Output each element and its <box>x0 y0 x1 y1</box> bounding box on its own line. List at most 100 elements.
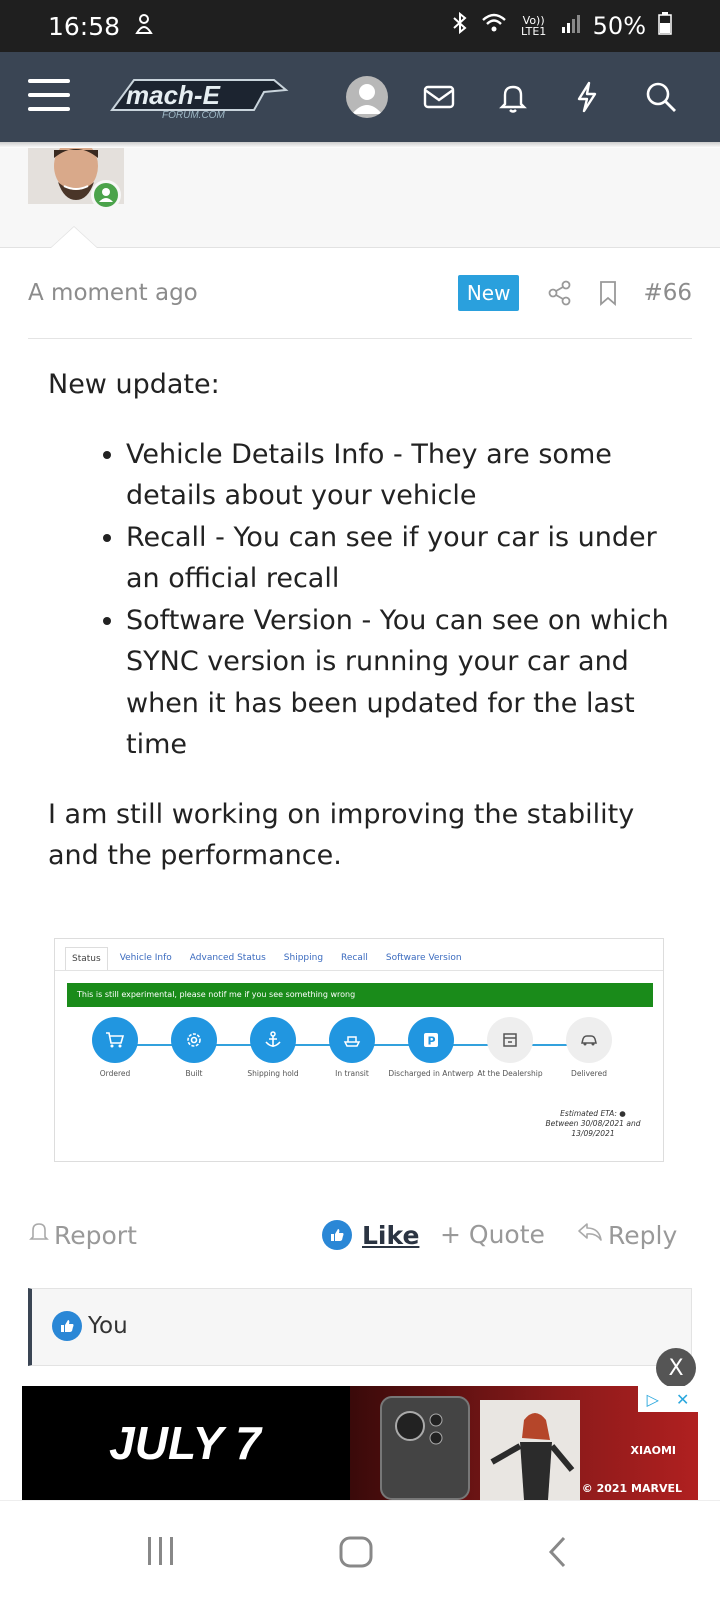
tab-software-version: Software Version <box>385 953 462 963</box>
ship-icon <box>329 1017 375 1063</box>
volte-indicator: Vo)) LTE1 <box>521 14 547 38</box>
battery-icon <box>658 11 672 41</box>
signal-icon <box>561 12 581 40</box>
reaction-user[interactable]: You <box>88 1313 128 1339</box>
delivery-progress: Ordered Built Shipping hold In transit P… <box>85 1017 645 1078</box>
ad-brand: XIAOMI <box>630 1444 676 1457</box>
step-in-transit: In transit <box>307 1017 397 1078</box>
step-ordered: Ordered <box>70 1017 160 1078</box>
eta-label: Estimated ETA: <box>560 1109 617 1118</box>
experimental-banner: This is still experimental, please notif… <box>67 983 653 1007</box>
eta-info: Estimated ETA: ● Between 30/08/2021 and … <box>533 1109 653 1139</box>
post-actions: Report Like + Quote Reply <box>28 1214 692 1258</box>
quote-button[interactable]: + Quote <box>440 1220 545 1249</box>
system-nav-bar <box>0 1500 720 1600</box>
ad-choices[interactable]: ▷ ✕ <box>638 1386 698 1412</box>
post-body: New update: Vehicle Details Info - They … <box>48 364 688 877</box>
ad-headline: JULY 7 <box>109 1417 261 1469</box>
step-label: At the Dealership <box>477 1069 543 1078</box>
post-closing: I am still working on improving the stab… <box>48 798 635 872</box>
back-icon[interactable] <box>546 1535 568 1573</box>
reactions-bar[interactable]: You <box>28 1288 692 1366</box>
step-delivered: Delivered <box>544 1017 634 1078</box>
share-icon[interactable] <box>547 280 573 306</box>
quote-label: + Quote <box>440 1220 545 1249</box>
ad-x-icon[interactable]: ✕ <box>676 1390 689 1409</box>
tab-recall: Recall <box>341 953 368 963</box>
like-button[interactable]: Like <box>322 1220 419 1250</box>
recent-apps-icon[interactable] <box>146 1535 176 1571</box>
report-button[interactable]: Report <box>28 1220 137 1250</box>
attached-screenshot[interactable]: Status Vehicle Info Advanced Status Ship… <box>54 938 664 1162</box>
svg-text:FORUM.COM: FORUM.COM <box>162 110 225 121</box>
bell-icon[interactable] <box>496 80 530 114</box>
step-label: Built <box>185 1069 203 1078</box>
list-item: Recall - You can see if your car is unde… <box>126 517 688 600</box>
site-header: mach-E FORUM.COM <box>0 52 720 142</box>
search-icon[interactable] <box>644 80 678 114</box>
step-label: Discharged in Antwerp <box>388 1069 474 1078</box>
thumbs-up-icon <box>52 1311 82 1341</box>
anchor-icon <box>250 1017 296 1063</box>
wifi-icon <box>481 12 507 40</box>
post-time[interactable]: A moment ago <box>28 280 458 306</box>
update-list: Vehicle Details Info - They are some det… <box>126 434 688 766</box>
status-time: 16:58 <box>48 11 121 41</box>
phone-image <box>380 1396 470 1500</box>
step-label: In transit <box>335 1069 369 1078</box>
car-icon <box>566 1017 612 1063</box>
reply-button[interactable]: Reply <box>576 1220 677 1250</box>
step-shipping-hold: Shipping hold <box>228 1017 318 1078</box>
ad-image: ▷ ✕ XIAOMI © 2021 MARVEL <box>350 1386 698 1500</box>
online-status-icon <box>91 180 121 210</box>
lightning-icon[interactable] <box>570 80 604 114</box>
gear-icon <box>171 1017 217 1063</box>
advertisement-banner[interactable]: JULY 7 ▷ ✕ XIAOMI © 2021 MARVEL <box>22 1386 698 1500</box>
like-label: Like <box>362 1220 420 1250</box>
inbox-icon[interactable] <box>422 80 456 114</box>
ad-choices-icon[interactable]: ▷ <box>647 1390 659 1409</box>
report-label: Report <box>54 1220 137 1250</box>
notification-icon <box>134 12 154 41</box>
author-caret <box>50 226 98 248</box>
tab-vehicle-info: Vehicle Info <box>119 953 172 963</box>
list-item: Vehicle Details Info - They are some det… <box>126 434 688 517</box>
svg-text:P: P <box>428 1035 436 1048</box>
site-logo[interactable]: mach-E FORUM.COM <box>104 72 294 122</box>
step-discharged: P Discharged in Antwerp <box>386 1017 476 1078</box>
home-icon[interactable] <box>338 1535 374 1573</box>
step-label: Delivered <box>571 1069 607 1078</box>
ad-copyright: © 2021 MARVEL <box>581 1482 682 1495</box>
post-intro: New update: <box>48 369 220 400</box>
step-built: Built <box>149 1017 239 1078</box>
embed-tabs: Status Vehicle Info Advanced Status Ship… <box>55 939 663 971</box>
info-icon: ● <box>619 1109 626 1118</box>
bluetooth-icon <box>451 11 469 41</box>
step-label: Ordered <box>99 1069 131 1078</box>
thumbs-up-icon <box>322 1220 352 1250</box>
svg-text:mach-E: mach-E <box>126 80 221 110</box>
character-image <box>480 1400 580 1500</box>
new-badge: New <box>457 275 520 311</box>
parking-icon: P <box>408 1017 454 1063</box>
reply-label: Reply <box>608 1220 678 1250</box>
meta-divider <box>28 338 692 339</box>
menu-icon[interactable] <box>28 79 70 113</box>
bell-icon <box>28 1220 50 1250</box>
ad-close-button[interactable]: X <box>656 1348 696 1388</box>
tab-shipping: Shipping <box>283 953 324 963</box>
list-item: Software Version - You can see on which … <box>126 600 688 766</box>
account-avatar[interactable] <box>346 76 388 118</box>
battery-percent: 50% <box>592 12 646 40</box>
status-bar: 16:58 Vo)) LTE1 50% <box>0 0 720 52</box>
bookmark-icon[interactable] <box>595 280 621 306</box>
reply-icon <box>576 1220 604 1250</box>
store-icon <box>487 1017 533 1063</box>
post-meta: A moment ago New #66 <box>28 272 692 314</box>
tab-advanced-status: Advanced Status <box>189 953 266 963</box>
step-label: Shipping hold <box>247 1069 299 1078</box>
eta-text: Between 30/08/2021 and 13/09/2021 <box>545 1119 641 1138</box>
post-author-area <box>0 148 720 248</box>
post-number[interactable]: #66 <box>643 280 692 306</box>
step-dealership: At the Dealership <box>465 1017 555 1078</box>
